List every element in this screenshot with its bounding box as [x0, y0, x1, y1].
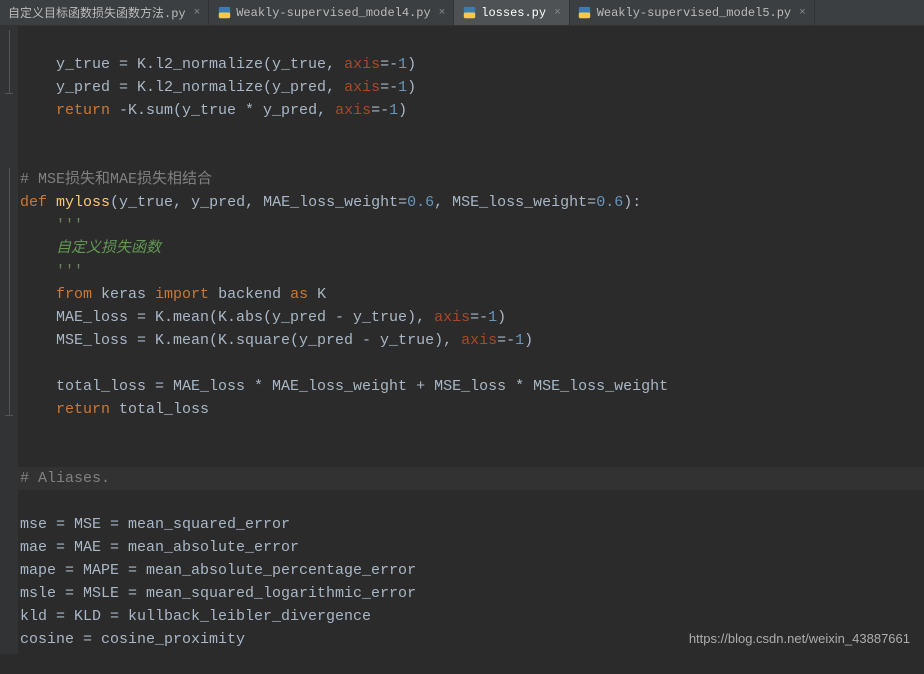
code-text: , [173, 194, 191, 211]
code-text: MSE_loss = K.mean(K.square(y_pred - y_tr… [20, 332, 443, 349]
close-icon[interactable]: × [799, 7, 806, 19]
code-text: import [155, 286, 218, 303]
close-icon[interactable]: × [439, 7, 446, 19]
code-comment: # Aliases. [20, 470, 110, 487]
tab-file-4[interactable]: Weakly-supervised_model5.py × [570, 0, 815, 25]
tab-label: Weakly-supervised_model5.py [597, 6, 791, 20]
code-text: , [326, 56, 344, 73]
code-text: ) [407, 79, 416, 96]
code-text [20, 286, 56, 303]
code-text: MAE_loss = K.mean(K.abs(y_pred - y_true) [20, 309, 416, 326]
code-text: kld = KLD = kullback_leibler_divergence [20, 608, 371, 625]
code-text: cosine = cosine_proximity [20, 631, 245, 648]
python-file-icon [217, 6, 231, 20]
code-text: axis [344, 56, 380, 73]
code-text: =- [470, 309, 488, 326]
code-text: axis [344, 79, 380, 96]
code-text: keras [101, 286, 155, 303]
code-text: mape = MAPE = mean_absolute_percentage_e… [20, 562, 416, 579]
code-text: 0.6 [596, 194, 623, 211]
code-text: =- [380, 56, 398, 73]
code-text: backend [218, 286, 290, 303]
code-text: 1 [398, 79, 407, 96]
code-text: mae = MAE = mean_absolute_error [20, 539, 299, 556]
code-text: myloss [56, 194, 110, 211]
code-text: ''' [20, 217, 83, 234]
gutter[interactable] [0, 26, 18, 654]
code-text: ): [623, 194, 641, 211]
code-text: =- [380, 79, 398, 96]
code-text: def [20, 194, 56, 211]
code-text: axis [335, 102, 371, 119]
code-text: 0.6 [407, 194, 434, 211]
python-file-icon [462, 6, 476, 20]
code-text [20, 401, 56, 418]
code-text: ) [497, 309, 506, 326]
code-text: , [317, 102, 335, 119]
editor-area: y_true = K.l2_normalize(y_true, axis=-1)… [0, 26, 924, 654]
code-text: ) [407, 56, 416, 73]
code-text: return [56, 102, 110, 119]
code-text: , [326, 79, 344, 96]
code-text: y_pred [191, 194, 245, 211]
close-icon[interactable]: × [194, 7, 201, 19]
code-text: ) [398, 102, 407, 119]
code-text: from [56, 286, 101, 303]
code-text: 1 [515, 332, 524, 349]
code-text: total_loss = MAE_loss * MAE_loss_weight … [20, 378, 668, 395]
code-text: =- [497, 332, 515, 349]
code-text: axis [461, 332, 497, 349]
code-text: -K.sum(y_true * y_pred [110, 102, 317, 119]
python-file-icon [578, 6, 592, 20]
tab-file-2[interactable]: Weakly-supervised_model4.py × [209, 0, 454, 25]
code-text: mse = MSE = mean_squared_error [20, 516, 290, 533]
tab-file-3[interactable]: losses.py × [454, 0, 569, 25]
code-area[interactable]: y_true = K.l2_normalize(y_true, axis=-1)… [18, 26, 924, 654]
code-text: msle = MSLE = mean_squared_logarithmic_e… [20, 585, 416, 602]
tab-bar: 自定义目标函数损失函数方法.py × Weakly-supervised_mod… [0, 0, 924, 26]
code-text: return [56, 401, 119, 418]
code-text: MSE_loss_weight= [452, 194, 596, 211]
code-text: y_true = K.l2_normalize(y_true [20, 56, 326, 73]
code-text: axis [434, 309, 470, 326]
code-text [20, 102, 56, 119]
code-text: ) [524, 332, 533, 349]
close-icon[interactable]: × [554, 7, 561, 19]
code-text: total_loss [119, 401, 209, 418]
code-comment: # MSE损失和MAE损失相结合 [20, 171, 212, 188]
code-text: MAE_loss_weight= [263, 194, 407, 211]
code-text: as [290, 286, 317, 303]
code-text: 自定义损失函数 [20, 240, 161, 257]
code-text: , [416, 309, 434, 326]
tab-label: losses.py [481, 6, 546, 20]
code-text: , [443, 332, 461, 349]
code-text: (y_true [110, 194, 173, 211]
code-text: y_pred = K.l2_normalize(y_pred [20, 79, 326, 96]
code-text: =- [371, 102, 389, 119]
tab-file-1[interactable]: 自定义目标函数损失函数方法.py × [0, 0, 209, 25]
watermark: https://blog.csdn.net/weixin_43887661 [689, 631, 910, 646]
code-text: ''' [20, 263, 83, 280]
tab-label: Weakly-supervised_model4.py [236, 6, 430, 20]
code-text: , [434, 194, 452, 211]
code-text: K [317, 286, 326, 303]
code-text: 1 [389, 102, 398, 119]
code-text: 1 [398, 56, 407, 73]
tab-label: 自定义目标函数损失函数方法.py [8, 4, 186, 21]
code-text: , [245, 194, 263, 211]
code-text: 1 [488, 309, 497, 326]
